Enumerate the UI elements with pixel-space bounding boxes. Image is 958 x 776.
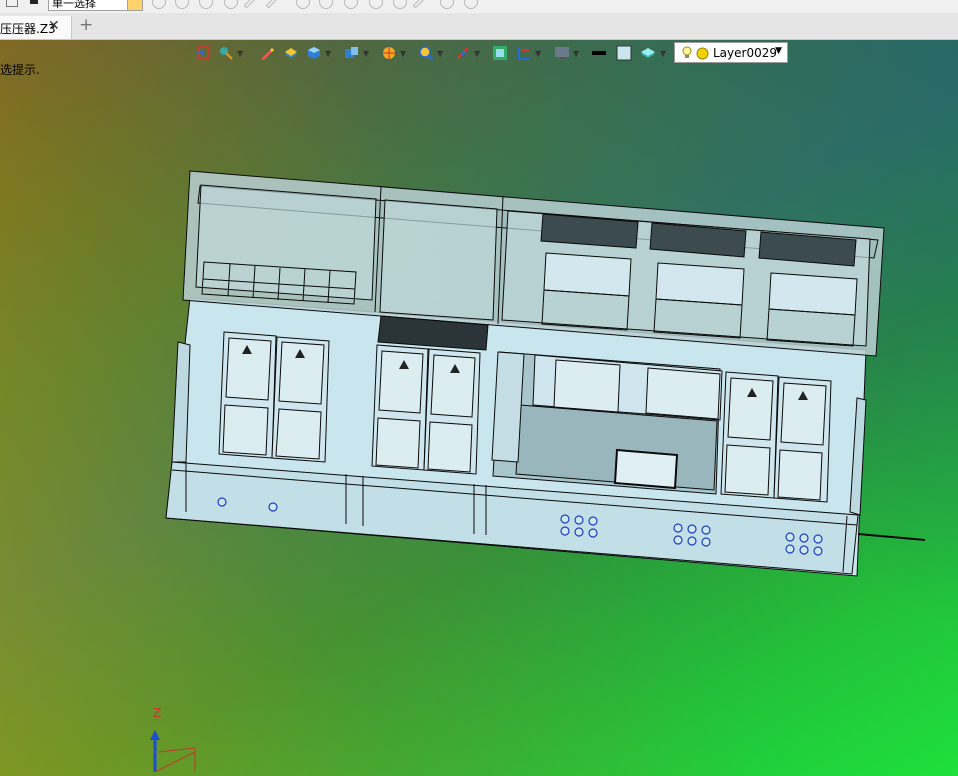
sun-icon[interactable] bbox=[696, 47, 709, 60]
section-icon[interactable] bbox=[516, 45, 532, 61]
document-tab-strip: 压压器.Z3 ✕ + bbox=[0, 13, 958, 40]
shell-icon[interactable] bbox=[464, 0, 478, 9]
cube-icon[interactable] bbox=[306, 45, 322, 61]
display-icon[interactable] bbox=[554, 45, 570, 61]
selection-filter-dropdown[interactable]: 单一选择 bbox=[48, 0, 143, 11]
add-tab-button[interactable]: + bbox=[79, 17, 93, 34]
chevron-down-icon[interactable]: ▼ bbox=[400, 49, 406, 58]
pick-filter-icon[interactable] bbox=[218, 45, 234, 61]
curve-icon[interactable] bbox=[369, 0, 383, 9]
pointer-icon[interactable] bbox=[152, 0, 166, 9]
layer-name: Layer0029 bbox=[713, 46, 777, 60]
chevron-down-icon[interactable]: ▼ bbox=[535, 49, 541, 58]
fill-color-icon[interactable] bbox=[616, 45, 632, 61]
snap-icon[interactable] bbox=[455, 45, 471, 61]
close-icon[interactable]: ✕ bbox=[48, 18, 60, 34]
prompt-hint: 选提示. bbox=[0, 63, 40, 77]
bend-icon[interactable] bbox=[344, 0, 358, 9]
view-cube-icon[interactable] bbox=[344, 45, 360, 61]
zoom-icon[interactable] bbox=[418, 45, 434, 61]
solid-icon[interactable] bbox=[283, 45, 299, 61]
render-icon[interactable] bbox=[381, 45, 397, 61]
z-axis-label: Z bbox=[153, 706, 162, 720]
3d-viewport[interactable]: 选提示. ▼ ▼ ▼ ▼ ▼ ▼ ▼ ▼ ▼ Layer0029 ▼ Z bbox=[0, 40, 958, 776]
chevron-down-icon[interactable] bbox=[127, 0, 142, 10]
gear-icon[interactable] bbox=[224, 0, 238, 9]
selection-filter-value: 单一选择 bbox=[52, 0, 96, 10]
chevron-down-icon[interactable]: ▼ bbox=[660, 49, 666, 58]
select-mode-icon[interactable] bbox=[6, 0, 18, 7]
line-style-icon[interactable] bbox=[591, 45, 607, 61]
tab-document[interactable]: 压压器.Z3 ✕ bbox=[0, 16, 72, 39]
command-toolbar: 单一选择 bbox=[0, 0, 958, 13]
line-icon[interactable] bbox=[243, 0, 257, 9]
rotate-icon[interactable] bbox=[319, 0, 333, 9]
chevron-down-icon[interactable]: ▼ bbox=[775, 46, 782, 56]
import-icon[interactable] bbox=[195, 45, 211, 61]
lasso-icon[interactable] bbox=[175, 0, 189, 9]
layer-dropdown[interactable]: Layer0029 ▼ bbox=[674, 42, 788, 63]
chevron-down-icon[interactable]: ▼ bbox=[474, 49, 480, 58]
surface-icon[interactable] bbox=[440, 0, 454, 9]
layer-manager-icon[interactable] bbox=[640, 45, 656, 61]
sketch-pen-icon[interactable] bbox=[259, 45, 275, 61]
chevron-down-icon[interactable]: ▼ bbox=[325, 49, 331, 58]
fillet-icon[interactable] bbox=[393, 0, 407, 9]
trim-icon[interactable] bbox=[412, 0, 426, 9]
cabinet-3d-model[interactable] bbox=[0, 40, 958, 776]
lightbulb-icon[interactable] bbox=[681, 46, 693, 60]
axis-triad: Z bbox=[140, 702, 200, 776]
circle-select-icon[interactable] bbox=[199, 0, 213, 9]
arc-icon[interactable] bbox=[265, 0, 279, 9]
stop-icon[interactable] bbox=[30, 0, 38, 4]
chevron-down-icon[interactable]: ▼ bbox=[237, 49, 243, 58]
chevron-down-icon[interactable]: ▼ bbox=[437, 49, 443, 58]
grid-icon[interactable] bbox=[492, 45, 508, 61]
chevron-down-icon[interactable]: ▼ bbox=[363, 49, 369, 58]
point-icon[interactable] bbox=[296, 0, 310, 9]
chevron-down-icon[interactable]: ▼ bbox=[573, 49, 579, 58]
